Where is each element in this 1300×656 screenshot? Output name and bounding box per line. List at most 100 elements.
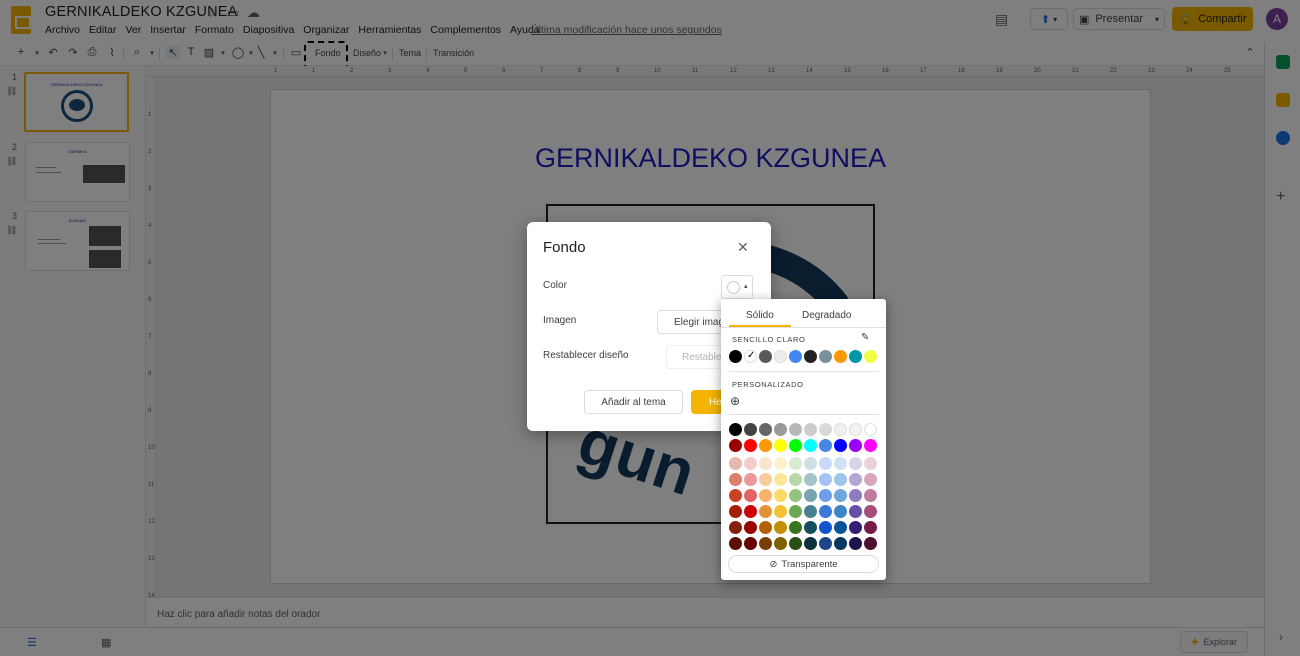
color-swatch[interactable] — [849, 439, 862, 452]
color-swatch[interactable] — [864, 439, 877, 452]
color-swatch[interactable] — [744, 521, 757, 534]
color-swatch[interactable] — [819, 473, 832, 486]
color-swatch[interactable] — [744, 537, 757, 550]
color-swatch[interactable] — [729, 521, 742, 534]
color-swatch[interactable] — [864, 537, 877, 550]
color-swatch[interactable] — [744, 505, 757, 518]
color-swatch[interactable] — [834, 489, 847, 502]
color-swatch[interactable] — [774, 505, 787, 518]
color-swatch[interactable] — [804, 473, 817, 486]
color-swatch[interactable] — [804, 439, 817, 452]
color-swatch[interactable] — [774, 473, 787, 486]
color-swatch[interactable] — [819, 537, 832, 550]
color-swatch[interactable] — [759, 473, 772, 486]
color-swatch[interactable] — [804, 505, 817, 518]
color-swatch[interactable] — [774, 537, 787, 550]
color-swatch[interactable] — [729, 439, 742, 452]
theme-color-swatch[interactable] — [849, 350, 862, 363]
color-swatch[interactable] — [864, 473, 877, 486]
color-swatch[interactable] — [789, 473, 802, 486]
color-swatch[interactable] — [729, 473, 742, 486]
add-custom-color-icon[interactable]: ⊕ — [730, 394, 740, 408]
color-label: Color — [543, 280, 567, 291]
color-swatch[interactable] — [774, 489, 787, 502]
color-swatch[interactable] — [849, 423, 862, 436]
color-picker-button[interactable]: ▴ — [721, 275, 753, 299]
color-swatch[interactable] — [849, 457, 862, 470]
color-swatch[interactable] — [729, 423, 742, 436]
color-swatch[interactable] — [759, 521, 772, 534]
color-swatch[interactable] — [759, 439, 772, 452]
color-swatch[interactable] — [834, 537, 847, 550]
color-swatch[interactable] — [789, 505, 802, 518]
color-swatch[interactable] — [744, 489, 757, 502]
theme-color-swatch[interactable] — [819, 350, 832, 363]
color-swatch[interactable] — [849, 537, 862, 550]
color-swatch[interactable] — [819, 489, 832, 502]
color-swatch[interactable] — [729, 489, 742, 502]
theme-color-swatch[interactable] — [744, 350, 757, 363]
color-swatch[interactable] — [819, 457, 832, 470]
color-swatch[interactable] — [864, 521, 877, 534]
color-swatch[interactable] — [834, 521, 847, 534]
color-swatch[interactable] — [729, 457, 742, 470]
color-swatch[interactable] — [759, 423, 772, 436]
tab-solid[interactable]: Sólido — [746, 310, 774, 321]
color-swatch[interactable] — [819, 521, 832, 534]
image-label: Imagen — [543, 315, 577, 326]
color-swatch[interactable] — [864, 457, 877, 470]
color-swatch[interactable] — [834, 457, 847, 470]
color-swatch[interactable] — [759, 457, 772, 470]
color-swatch[interactable] — [759, 505, 772, 518]
color-swatch[interactable] — [774, 457, 787, 470]
color-swatch[interactable] — [804, 521, 817, 534]
transparent-button[interactable]: ⊘ Transparente — [728, 555, 879, 573]
color-swatch[interactable] — [744, 439, 757, 452]
theme-color-swatch[interactable] — [834, 350, 847, 363]
color-swatch[interactable] — [864, 489, 877, 502]
color-swatch[interactable] — [789, 457, 802, 470]
theme-color-swatch[interactable] — [864, 350, 877, 363]
color-swatch[interactable] — [804, 537, 817, 550]
color-swatch[interactable] — [819, 505, 832, 518]
color-swatch[interactable] — [804, 423, 817, 436]
color-swatch[interactable] — [849, 505, 862, 518]
color-swatch[interactable] — [849, 489, 862, 502]
color-swatch[interactable] — [789, 423, 802, 436]
theme-color-swatch[interactable] — [759, 350, 772, 363]
theme-color-swatch[interactable] — [789, 350, 802, 363]
color-swatch[interactable] — [804, 457, 817, 470]
color-swatch[interactable] — [864, 505, 877, 518]
color-swatch[interactable] — [729, 505, 742, 518]
color-swatch[interactable] — [729, 537, 742, 550]
color-swatch[interactable] — [834, 439, 847, 452]
color-swatch[interactable] — [804, 489, 817, 502]
color-swatch[interactable] — [789, 489, 802, 502]
add-to-theme-button[interactable]: Añadir al tema — [584, 390, 683, 414]
color-swatch[interactable] — [759, 537, 772, 550]
color-swatch[interactable] — [849, 521, 862, 534]
color-swatch[interactable] — [819, 423, 832, 436]
edit-theme-pencil-icon[interactable]: ✎ — [861, 332, 869, 343]
color-swatch[interactable] — [774, 423, 787, 436]
color-swatch[interactable] — [759, 489, 772, 502]
color-swatch[interactable] — [744, 457, 757, 470]
color-swatch[interactable] — [864, 423, 877, 436]
tab-gradient[interactable]: Degradado — [802, 310, 851, 321]
color-swatch[interactable] — [834, 473, 847, 486]
theme-color-swatch[interactable] — [774, 350, 787, 363]
color-swatch[interactable] — [774, 521, 787, 534]
color-swatch[interactable] — [789, 537, 802, 550]
close-icon[interactable]: ✕ — [737, 239, 749, 256]
color-swatch[interactable] — [789, 521, 802, 534]
color-swatch[interactable] — [834, 505, 847, 518]
color-swatch[interactable] — [774, 439, 787, 452]
color-swatch[interactable] — [744, 423, 757, 436]
color-swatch[interactable] — [834, 423, 847, 436]
color-swatch[interactable] — [789, 439, 802, 452]
color-swatch[interactable] — [849, 473, 862, 486]
color-swatch[interactable] — [819, 439, 832, 452]
theme-color-swatch[interactable] — [729, 350, 742, 363]
color-swatch[interactable] — [744, 473, 757, 486]
theme-color-swatch[interactable] — [804, 350, 817, 363]
